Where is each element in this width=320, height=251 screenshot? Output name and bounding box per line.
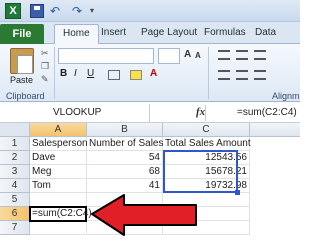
save-icon[interactable] xyxy=(30,4,44,18)
tab-page-layout[interactable]: Page Layout xyxy=(141,27,197,38)
row-header[interactable]: 5 xyxy=(0,193,30,207)
column-header-d[interactable] xyxy=(250,123,300,137)
tab-formulas[interactable]: Formulas xyxy=(204,27,246,38)
group-divider xyxy=(54,47,55,99)
formula-bar: VLOOKUP fx =sum(C2:C4) xyxy=(0,103,300,123)
formula-input[interactable]: =sum(C2:C4) xyxy=(237,107,297,118)
font-name-select[interactable] xyxy=(58,48,154,64)
cell-a1[interactable]: Salesperson xyxy=(30,137,88,151)
clipboard-group-label: Clipboard xyxy=(6,91,45,101)
align-left-icon[interactable] xyxy=(218,70,230,80)
grow-font-icon[interactable]: A xyxy=(184,49,191,60)
group-divider xyxy=(208,47,209,99)
align-middle-icon[interactable] xyxy=(236,50,248,60)
align-bottom-icon[interactable] xyxy=(254,50,266,60)
format-painter-icon[interactable]: ✎ xyxy=(41,74,51,84)
cut-icon[interactable]: ✂ xyxy=(41,48,51,58)
cell-a3[interactable]: Meg xyxy=(30,165,87,179)
select-all-corner[interactable] xyxy=(0,123,30,137)
cell-a6-text: =sum(C2:C4) xyxy=(32,208,92,219)
ribbon-tabs: File Home Insert Page Layout Formulas Da… xyxy=(0,22,300,45)
underline-button[interactable]: U xyxy=(87,68,94,82)
row-header[interactable]: 4 xyxy=(0,179,30,193)
row-header[interactable]: 1 xyxy=(0,137,30,151)
column-header-a[interactable]: A xyxy=(30,123,87,137)
formula-divider xyxy=(205,105,206,121)
cell-b2[interactable]: 54 xyxy=(87,151,163,165)
borders-icon[interactable] xyxy=(108,70,120,80)
quick-access-toolbar: X ↶ ↷ ▾ xyxy=(0,0,300,22)
cell-a2[interactable]: Dave xyxy=(30,151,87,165)
cell-a7[interactable] xyxy=(30,221,87,235)
paste-label[interactable]: Paste xyxy=(10,75,33,85)
tab-home[interactable]: Home xyxy=(54,24,99,45)
column-header-b[interactable]: B xyxy=(87,123,163,137)
worksheet-grid[interactable]: A B C 1 2 3 4 5 6 7 Salesperson Number o… xyxy=(0,123,300,251)
name-box[interactable]: VLOOKUP xyxy=(0,104,150,122)
row-header[interactable]: 7 xyxy=(0,221,30,235)
undo-icon[interactable]: ↶ xyxy=(50,4,64,18)
cell-c1[interactable]: Total Sales Amount xyxy=(163,137,251,151)
row-header[interactable]: 3 xyxy=(0,165,30,179)
column-header-c[interactable]: C xyxy=(163,123,250,137)
copy-icon[interactable]: ❐ xyxy=(41,61,51,71)
fill-color-icon[interactable] xyxy=(130,70,142,80)
redo-icon[interactable]: ↷ xyxy=(72,4,86,18)
align-center-icon[interactable] xyxy=(236,70,248,80)
ribbon-home: Paste ✂ ❐ ✎ Clipboard A A B I U A Alignm xyxy=(0,44,300,102)
row-header[interactable]: 2 xyxy=(0,151,30,165)
insert-function-icon[interactable]: fx xyxy=(196,106,205,118)
paste-icon[interactable] xyxy=(10,48,34,74)
referenced-range-highlight xyxy=(163,150,240,195)
excel-logo-icon: X xyxy=(5,3,21,19)
italic-button[interactable]: I xyxy=(74,68,77,82)
font-size-select[interactable] xyxy=(158,48,180,64)
cell-a5[interactable] xyxy=(30,193,87,207)
tab-data[interactable]: Data xyxy=(255,27,276,38)
align-right-icon[interactable] xyxy=(254,70,266,80)
alignment-group-label: Alignm xyxy=(272,91,300,101)
active-cell-a6[interactable]: =sum(C2:C4) xyxy=(29,206,92,222)
row-header[interactable]: 6 xyxy=(0,207,30,221)
align-top-icon[interactable] xyxy=(218,50,230,60)
cell-a4[interactable]: Tom xyxy=(30,179,87,193)
tab-insert[interactable]: Insert xyxy=(101,27,126,38)
bold-button[interactable]: B xyxy=(60,68,67,82)
customize-toolbar-icon[interactable]: ▾ xyxy=(90,4,104,18)
red-arrow-icon xyxy=(91,194,197,236)
cell-b3[interactable]: 68 xyxy=(87,165,163,179)
tab-file[interactable]: File xyxy=(0,24,44,44)
shrink-font-icon[interactable]: A xyxy=(195,51,201,60)
cell-b1[interactable]: Number of Sales xyxy=(87,137,163,151)
font-color-icon[interactable]: A xyxy=(150,68,157,82)
